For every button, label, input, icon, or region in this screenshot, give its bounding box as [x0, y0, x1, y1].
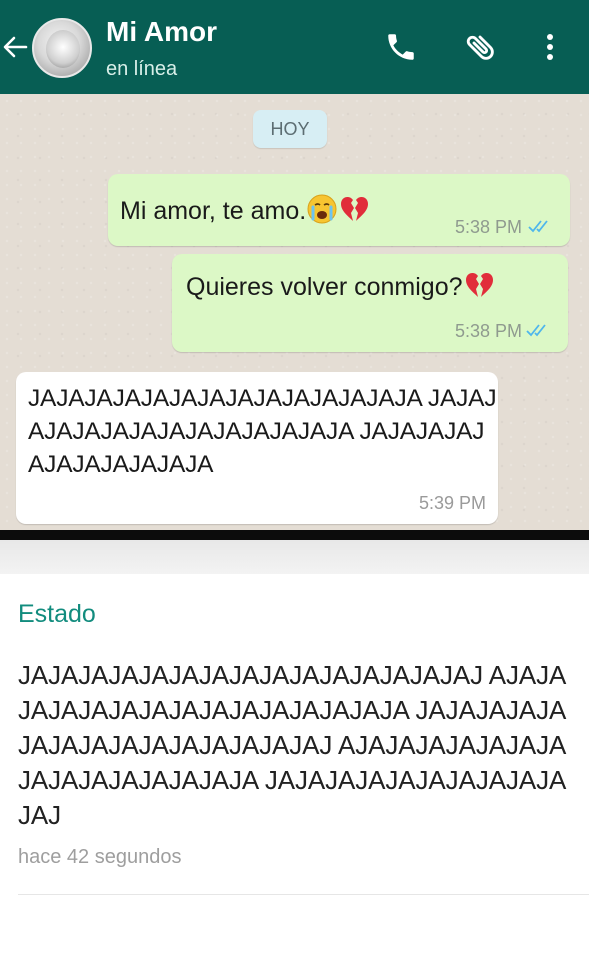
status-text[interactable]: JAJAJAJAJAJAJAJAJAJAJAJAJAJAJAJ AJAJAJAJ… [18, 658, 570, 833]
read-ticks-icon [526, 324, 546, 337]
broken-heart-icon [465, 273, 493, 298]
chat-header: Mi Amor en línea [0, 0, 589, 94]
message-bubble-outgoing[interactable]: Quieres volver conmigo? 5:38 PM [172, 254, 568, 352]
broken-heart-icon [341, 197, 369, 222]
status-time: hace 42 segundos [18, 846, 182, 868]
message-time: 5:39 PM [418, 493, 486, 513]
message-bubble-outgoing[interactable]: Mi amor, te amo. 5:38 PM [108, 174, 570, 246]
avatar[interactable] [32, 18, 92, 78]
message-text: Mi amor, te amo. [120, 197, 307, 225]
date-separator: HOY [253, 110, 327, 148]
message-bubble-incoming[interactable]: JAJAJAJAJAJAJAJAJAJAJAJAJAJA JAJAJAJAJAJ… [16, 372, 498, 524]
message-text: JAJAJAJAJAJAJAJAJAJAJAJAJAJA JAJAJAJAJAJ… [28, 385, 497, 478]
phone-icon[interactable] [384, 30, 418, 64]
contact-name[interactable]: Mi Amor [106, 16, 217, 48]
message-content: Quieres volver conmigo? [186, 272, 495, 304]
divider [18, 894, 589, 895]
chat-area[interactable]: HOY Mi amor, te amo. 5:38 PM Quieres vol… [0, 94, 589, 530]
back-arrow-icon[interactable] [2, 34, 28, 60]
message-text: Quieres volver conmigo? [186, 273, 463, 301]
message-time: 5:38 PM [454, 321, 522, 341]
read-ticks-icon [528, 220, 548, 233]
crying-face-icon [307, 194, 337, 224]
contact-status: en línea [106, 58, 178, 80]
status-card: Estado JAJAJAJAJAJAJAJAJAJAJAJAJAJAJAJ A… [0, 574, 589, 960]
more-vert-icon[interactable] [538, 30, 562, 64]
message-time: 5:38 PM [454, 217, 522, 237]
message-content: Mi amor, te amo. [120, 194, 370, 228]
paperclip-icon[interactable] [464, 30, 498, 64]
status-label: Estado [18, 600, 96, 628]
screenshot-divider [0, 530, 589, 540]
section-separator [0, 540, 589, 574]
